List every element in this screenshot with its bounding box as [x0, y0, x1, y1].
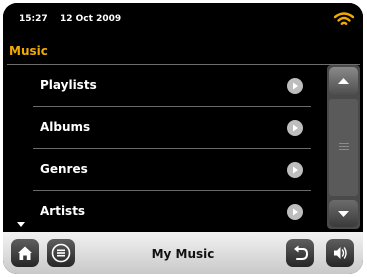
list-item-albums[interactable]: Albums	[3, 107, 321, 148]
scroll-up-button[interactable]	[329, 67, 358, 95]
bottom-toolbar: My Music	[3, 232, 363, 274]
scroll-grip-line	[339, 143, 349, 144]
scrollbar-thumb[interactable]	[329, 99, 358, 196]
list-item-playlists[interactable]: Playlists	[3, 65, 321, 106]
back-icon	[294, 245, 309, 260]
arrow-right-icon[interactable]	[287, 78, 303, 94]
list-item-artists[interactable]: Artists	[3, 191, 321, 232]
arrow-right-icon[interactable]	[287, 120, 303, 136]
arrow-right-icon[interactable]	[287, 162, 303, 178]
volume-icon	[334, 247, 347, 259]
volume-button[interactable]	[326, 239, 354, 267]
arrow-right-icon[interactable]	[287, 204, 303, 220]
list-item-label: Albums	[40, 120, 91, 134]
chevron-down-icon	[338, 211, 349, 217]
list-item-label: Genres	[40, 162, 88, 176]
status-bar: 15:27 12 Oct 2009	[3, 3, 363, 35]
list-item-genres[interactable]: Genres	[3, 149, 321, 190]
more-below-indicator	[17, 222, 25, 227]
scroll-down-button[interactable]	[329, 200, 358, 227]
device-screen: 15:27 12 Oct 2009 Music Playlists Albums…	[3, 3, 363, 274]
list-item-label: Artists	[40, 204, 86, 218]
status-date: 12 Oct 2009	[60, 14, 122, 24]
back-button[interactable]	[286, 239, 314, 267]
scroll-grip-line	[339, 146, 349, 147]
wifi-icon	[334, 12, 354, 25]
page-title: Music	[9, 44, 48, 58]
status-time: 15:27	[19, 14, 48, 24]
scroll-grip-line	[339, 149, 349, 150]
list-item-label: Playlists	[40, 78, 97, 92]
chevron-up-icon	[338, 78, 349, 84]
